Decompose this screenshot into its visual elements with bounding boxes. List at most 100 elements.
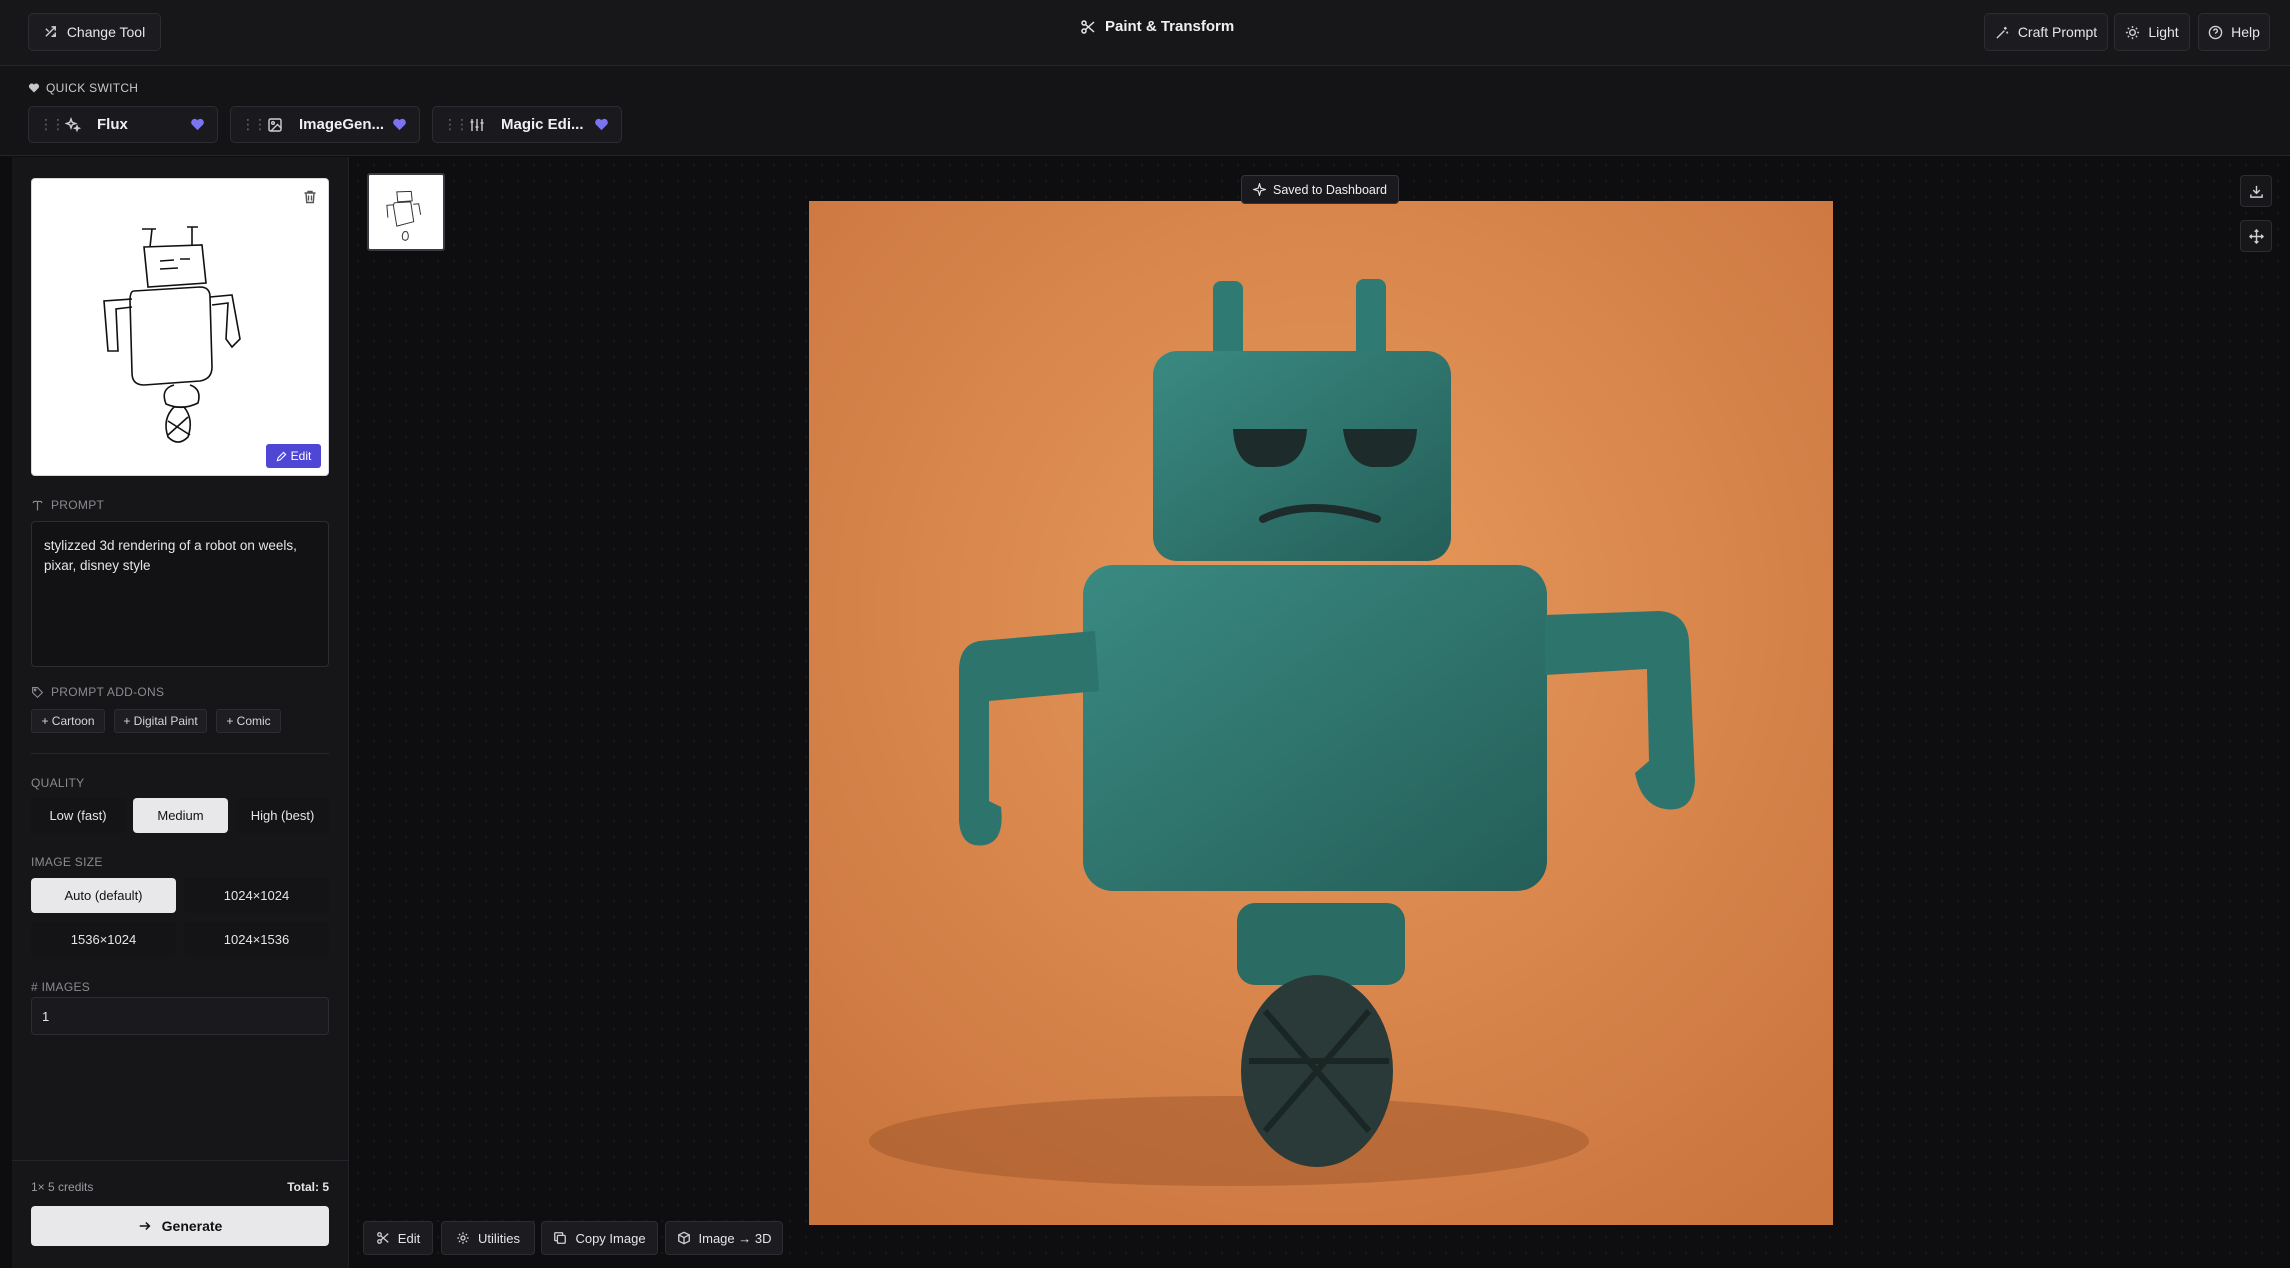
drag-handle-icon[interactable]: ⋮⋮ [443, 116, 469, 133]
move-icon [2248, 228, 2264, 244]
copy-icon [554, 1232, 567, 1244]
saved-to-dashboard-badge: Saved to Dashboard [1241, 175, 1399, 204]
addon-chip-label: + Comic [226, 714, 271, 728]
gear-icon [457, 1232, 469, 1244]
quality-option-label: High (best) [250, 808, 315, 823]
help-button[interactable]: Help [2198, 13, 2270, 51]
size-1536x1024-button[interactable]: 1536×1024 [31, 922, 176, 957]
quick-switch-label: QUICK SWITCH [28, 81, 138, 95]
size-option-label: 1024×1536 [223, 932, 290, 947]
prompt-addons-label-text: PROMPT ADD-ONS [51, 685, 165, 699]
sparkles-icon [65, 116, 81, 132]
sun-icon [2126, 25, 2140, 39]
image-to-3d-button[interactable]: Image → 3D [665, 1221, 783, 1255]
generate-label: Generate [161, 1218, 223, 1234]
quick-switch-item-label: Flux [97, 116, 128, 133]
arrow-right-icon [139, 1221, 151, 1231]
sidebar-divider [31, 753, 329, 754]
pencil-icon [276, 451, 287, 461]
addon-chip-label: + Cartoon [41, 714, 95, 728]
favorite-heart-icon[interactable] [594, 117, 609, 132]
addon-chip-comic[interactable]: + Comic [216, 709, 281, 733]
quality-medium-button[interactable]: Medium [133, 798, 228, 833]
num-images-value: 1 [42, 1008, 50, 1024]
wand-icon [1996, 26, 2008, 39]
page-title: Paint & Transform [1080, 18, 1234, 35]
prompt-textarea[interactable]: stylizzed 3d rendering of a robot on wee… [31, 521, 329, 667]
quality-low-button[interactable]: Low (fast) [31, 798, 125, 833]
change-tool-label: Change Tool [66, 24, 146, 40]
prompt-text: stylizzed 3d rendering of a robot on wee… [44, 538, 297, 573]
image-icon [268, 117, 282, 132]
num-images-input[interactable]: 1 [31, 997, 329, 1035]
light-label: Light [2148, 24, 2179, 40]
addon-chip-digital-paint[interactable]: + Digital Paint [114, 709, 207, 733]
prompt-section-label: PROMPT [31, 498, 104, 512]
num-images-label: # IMAGES [31, 980, 90, 994]
history-thumbnail[interactable] [367, 173, 445, 251]
addon-chip-label: + Digital Paint [123, 714, 198, 728]
total-credits: Total: 5 [287, 1180, 329, 1194]
robot-sketch-thumb [386, 190, 422, 241]
scissors-icon [1081, 19, 1095, 34]
generated-robot-image[interactable] [809, 201, 1833, 1225]
quick-switch-item-label: Magic Edi... [501, 116, 584, 133]
robot-sketch [103, 226, 241, 443]
help-circle-icon [2208, 25, 2223, 39]
quick-switch-item-imagegen[interactable]: ⋮⋮ ImageGen... [230, 106, 420, 143]
download-icon [2249, 185, 2263, 198]
quality-high-button[interactable]: High (best) [236, 798, 329, 833]
size-1024x1024-button[interactable]: 1024×1024 [184, 878, 329, 913]
image-size-label: IMAGE SIZE [31, 855, 103, 869]
shuffle-icon [45, 25, 56, 37]
quick-switch-bar: QUICK SWITCH ⋮⋮ Flux ⋮⋮ ImageGen... ⋮⋮ M… [0, 66, 2290, 156]
copy-image-label: Copy Image [575, 1230, 646, 1246]
num-images-label-text: # IMAGES [31, 980, 91, 994]
change-tool-button[interactable]: Change Tool [28, 13, 161, 51]
favorite-heart-icon[interactable] [392, 117, 407, 132]
quality-label-text: QUALITY [31, 776, 85, 790]
size-option-label: 1024×1024 [223, 888, 290, 903]
trash-icon[interactable] [302, 189, 318, 205]
sparkle-icon [1253, 183, 1267, 196]
quick-switch-item-flux[interactable]: ⋮⋮ Flux [28, 106, 218, 143]
sidebar-footer-divider [12, 1160, 349, 1161]
sliders-icon [470, 118, 484, 131]
drag-handle-icon[interactable]: ⋮⋮ [241, 116, 267, 133]
craft-prompt-button[interactable]: Craft Prompt [1984, 13, 2108, 51]
image-to-3d-label: Image → 3D [698, 1230, 772, 1246]
quality-option-label: Low (fast) [49, 808, 107, 823]
move-button[interactable] [2240, 220, 2272, 252]
size-1024x1536-button[interactable]: 1024×1536 [184, 922, 329, 957]
download-button[interactable] [2240, 175, 2272, 207]
quick-switch-label-text: QUICK SWITCH [46, 81, 139, 95]
size-auto-button[interactable]: Auto (default) [31, 878, 176, 913]
sketch-input-image[interactable]: Edit [31, 178, 329, 476]
light-mode-button[interactable]: Light [2114, 13, 2190, 51]
addon-chip-cartoon[interactable]: + Cartoon [31, 709, 105, 733]
favorite-heart-icon[interactable] [190, 117, 205, 132]
utilities-label: Utilities [478, 1230, 520, 1246]
copy-image-button[interactable]: Copy Image [541, 1221, 658, 1255]
quality-option-label: Medium [157, 808, 204, 823]
edit-sketch-button[interactable]: Edit [266, 444, 321, 468]
prompt-label-text: PROMPT [51, 498, 105, 512]
page-title-text: Paint & Transform [1105, 18, 1235, 35]
quick-switch-item-magic-edit[interactable]: ⋮⋮ Magic Edi... [432, 106, 622, 143]
text-icon [32, 500, 43, 510]
cube-icon [677, 1231, 690, 1245]
craft-prompt-label: Craft Prompt [2017, 24, 2098, 40]
credits-text: 1× 5 credits [31, 1180, 94, 1194]
size-option-label: 1536×1024 [70, 932, 137, 947]
utilities-button[interactable]: Utilities [441, 1221, 535, 1255]
size-option-label: Auto (default) [64, 888, 143, 903]
quick-switch-item-label: ImageGen... [299, 116, 385, 133]
tag-icon [32, 686, 44, 698]
top-bar: Change Tool Paint & Transform Craft Prom… [0, 0, 2290, 66]
drag-handle-icon[interactable]: ⋮⋮ [39, 116, 65, 133]
generate-button[interactable]: Generate [31, 1206, 329, 1246]
edit-sketch-label: Edit [290, 449, 312, 463]
edit-image-button[interactable]: Edit [363, 1221, 433, 1255]
robot-render [809, 201, 1833, 1225]
help-label: Help [2231, 24, 2260, 40]
